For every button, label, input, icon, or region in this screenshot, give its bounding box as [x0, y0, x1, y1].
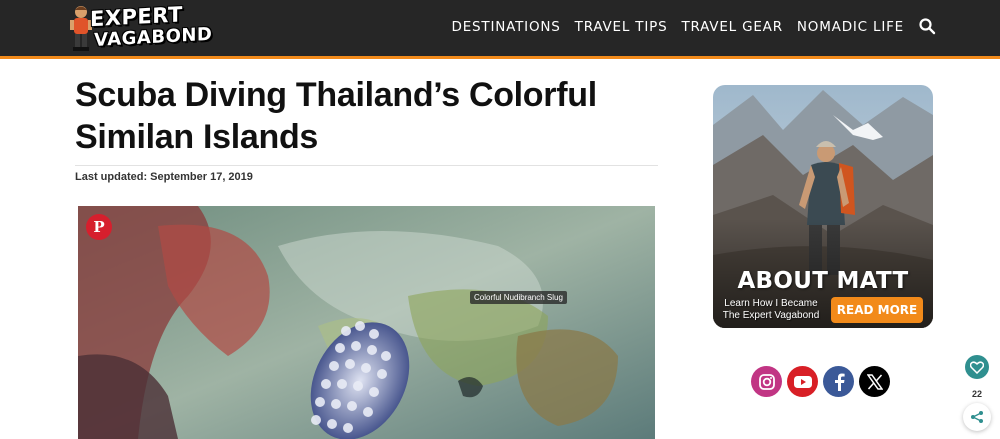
- image-caption: Colorful Nudibranch Slug: [470, 291, 567, 304]
- title-divider: [75, 165, 658, 166]
- about-title: ABOUT MATT: [737, 268, 909, 294]
- nav-destinations[interactable]: DESTINATIONS: [452, 19, 561, 35]
- nav-nomadic-life[interactable]: NOMADIC LIFE: [797, 19, 904, 35]
- social-links: [751, 366, 890, 397]
- about-matt-card[interactable]: ABOUT MATT Learn How I Became The Expert…: [713, 85, 933, 328]
- about-subtitle: Learn How I Became The Expert Vagabond: [722, 298, 820, 321]
- heart-icon: [970, 360, 984, 374]
- read-more-button[interactable]: READ MORE: [831, 297, 923, 323]
- youtube-link[interactable]: [787, 366, 818, 397]
- site-header: EXPERT VAGABOND DESTINATIONS TRAVEL TIPS…: [0, 0, 1000, 59]
- facebook-icon: [834, 373, 845, 391]
- share-count: 22: [971, 389, 982, 399]
- page-title: Scuba Diving Thailand’s Colorful Similan…: [75, 76, 597, 156]
- share-button[interactable]: [963, 403, 991, 431]
- nav-travel-gear[interactable]: TRAVEL GEAR: [681, 19, 782, 35]
- share-rail: 22: [961, 353, 993, 431]
- x-icon: [866, 373, 883, 390]
- site-logo[interactable]: EXPERT VAGABOND: [68, 2, 212, 52]
- last-updated: Last updated: September 17, 2019: [75, 171, 253, 183]
- instagram-link[interactable]: [751, 366, 782, 397]
- nav-travel-tips[interactable]: TRAVEL TIPS: [575, 19, 668, 35]
- nudibranch-photo: [78, 206, 655, 439]
- logo-wordmark: EXPERT VAGABOND: [90, 2, 212, 51]
- favorite-button[interactable]: [965, 355, 989, 379]
- facebook-link[interactable]: [823, 366, 854, 397]
- search-icon[interactable]: [918, 17, 936, 35]
- pinterest-icon: P: [93, 218, 105, 236]
- pinterest-save-button[interactable]: P: [86, 214, 112, 240]
- instagram-icon: [758, 373, 775, 390]
- x-link[interactable]: [859, 366, 890, 397]
- hero-image: P Colorful Nudibranch Slug: [78, 206, 655, 439]
- main-nav: DESTINATIONS TRAVEL TIPS TRAVEL GEAR NOM…: [452, 19, 904, 35]
- youtube-icon: [793, 375, 812, 388]
- share-icon: [971, 411, 983, 423]
